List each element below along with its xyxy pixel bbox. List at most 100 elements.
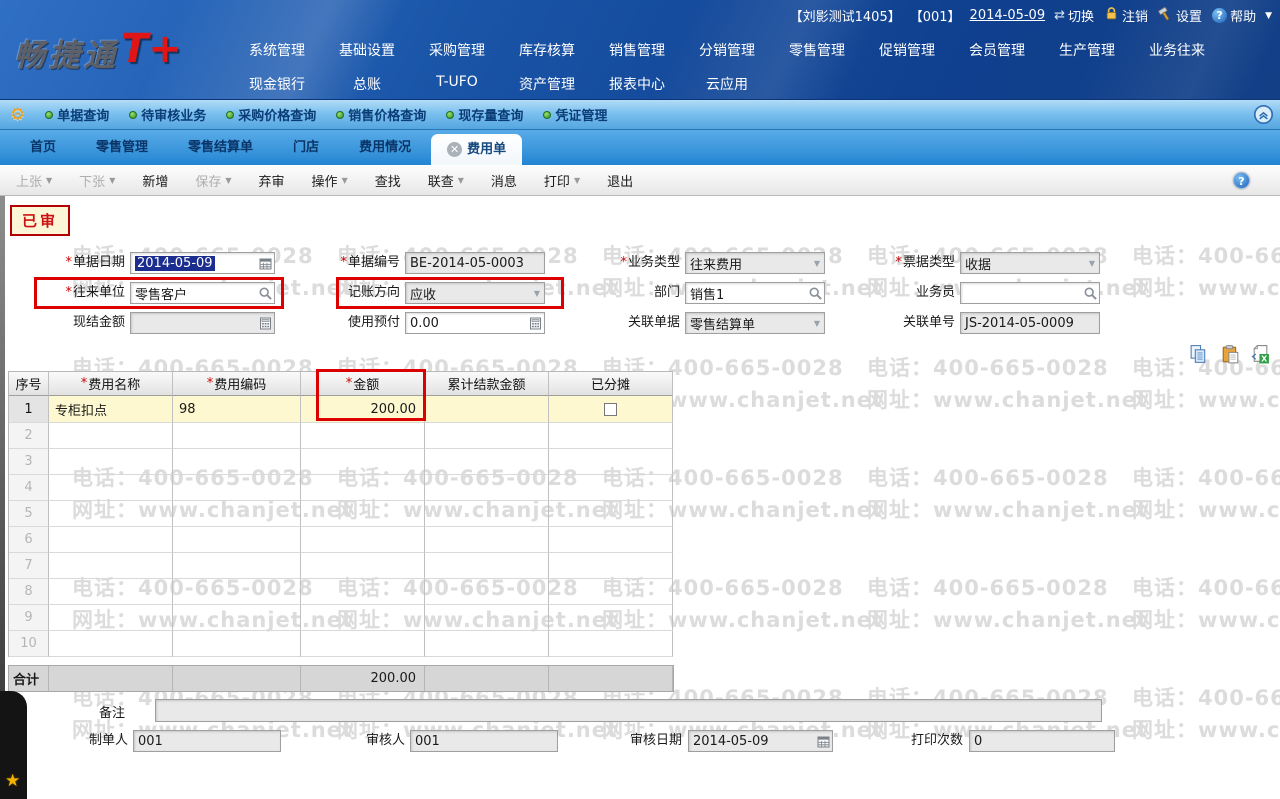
collapse-up-icon[interactable]: [1253, 104, 1274, 129]
toolbar-button-打印[interactable]: 打印 ▼: [544, 171, 580, 190]
calculator-icon[interactable]: [526, 317, 544, 330]
quickbar-item-单据查询[interactable]: 单据查询: [45, 105, 109, 124]
use-prepay-field[interactable]: 0.00: [405, 312, 545, 334]
menu-item-分销管理[interactable]: 分销管理: [682, 40, 772, 60]
quickbar-item-销售价格查询[interactable]: 销售价格查询: [336, 105, 426, 124]
menu-item-现金银行[interactable]: 现金银行: [232, 74, 322, 94]
status-action-设置[interactable]: 设置: [1158, 6, 1202, 25]
status-action-注销[interactable]: 注销: [1104, 6, 1148, 25]
business-date-link[interactable]: 2014-05-09: [970, 8, 1046, 23]
tab-门店[interactable]: 门店: [273, 134, 339, 162]
menu-item-报表中心[interactable]: 报表中心: [592, 74, 682, 94]
gear-icon[interactable]: ⚙: [10, 105, 25, 125]
toolbar-button-退出[interactable]: 退出: [607, 171, 633, 190]
search-icon[interactable]: [1081, 286, 1099, 301]
empty-cell: [425, 449, 549, 475]
copy-icon[interactable]: [1188, 344, 1211, 369]
fee-name-cell[interactable]: 专柜扣点: [49, 396, 173, 423]
status-action-切换[interactable]: ⇄ 切换: [1054, 6, 1094, 25]
audit-date-field: 2014-05-09: [688, 730, 833, 752]
toolbar-button-消息[interactable]: 消息: [491, 171, 517, 190]
menu-item-系统管理[interactable]: 系统管理: [232, 40, 322, 60]
rel-doc-field: 零售结算单 ▼: [685, 312, 825, 334]
chevron-down-icon[interactable]: ▼: [534, 289, 544, 298]
quickbar-item-现存量查询[interactable]: 现存量查询: [446, 105, 523, 124]
menu-item-基础设置[interactable]: 基础设置: [322, 40, 412, 60]
paste-icon[interactable]: [1219, 344, 1242, 369]
watermark-phone: 电话：400-665-0028: [867, 466, 1109, 490]
help-icon[interactable]: ?: [1233, 172, 1250, 189]
chevron-down-icon[interactable]: ▼: [1089, 259, 1099, 268]
menu-item-总账[interactable]: 总账: [322, 74, 412, 94]
quickbar-item-采购价格查询[interactable]: 采购价格查询: [226, 105, 316, 124]
partner-label: *往来单位: [5, 282, 125, 304]
menu-item-业务往来[interactable]: 业务往来: [1132, 40, 1222, 60]
toolbar-button-查找[interactable]: 查找: [375, 171, 401, 190]
fee-code-cell[interactable]: 98: [173, 396, 301, 423]
quickbar-item-label: 采购价格查询: [238, 109, 317, 124]
watermark-site: 网址：www.chanjet.net: [867, 388, 1149, 412]
amount-cell[interactable]: 200.00: [301, 396, 425, 423]
menu-item-零售管理[interactable]: 零售管理: [772, 40, 862, 60]
menu-item-采购管理[interactable]: 采购管理: [412, 40, 502, 60]
department-field[interactable]: 销售1: [685, 282, 825, 304]
table-row-empty: 3: [9, 449, 673, 475]
partner-field[interactable]: 零售客户: [130, 282, 275, 304]
quickbar-item-凭证管理[interactable]: 凭证管理: [543, 105, 607, 124]
tab-strip: 首页 零售管理 零售结算单 门店 费用情况 ✕ 费用单: [0, 130, 1280, 165]
empty-cell: [425, 501, 549, 527]
watermark-site: 网址：www.chanjet.net: [1132, 388, 1280, 412]
column-header-费用名称: * 费用名称: [49, 372, 173, 396]
quickbar-item-label: 销售价格查询: [348, 109, 427, 124]
top-banner: 畅捷通T+ 【刘影测试1405】 【001】 2014-05-09 ⇄ 切换 注销 设…: [0, 0, 1280, 100]
toolbar-button-操作[interactable]: 操作 ▼: [312, 171, 348, 190]
menu-item-销售管理[interactable]: 销售管理: [592, 40, 682, 60]
tab-零售结算单[interactable]: 零售结算单: [168, 134, 273, 162]
chevron-down-icon[interactable]: ▼: [1265, 11, 1272, 21]
seq-cell: 7: [9, 553, 49, 579]
bill-date-label: *单据日期: [5, 252, 125, 274]
tab-费用单[interactable]: ✕ 费用单: [431, 134, 523, 165]
tab-首页[interactable]: 首页: [10, 134, 76, 162]
tab-费用情况[interactable]: 费用情况: [339, 134, 431, 162]
menu-item-生产管理[interactable]: 生产管理: [1042, 40, 1132, 60]
chevron-down-icon[interactable]: ▼: [814, 319, 824, 328]
toolbar-button-上张[interactable]: 上张 ▼: [16, 171, 52, 190]
column-header-label: 序号: [15, 378, 42, 393]
excel-export-icon[interactable]: X: [1250, 344, 1271, 369]
toolbar-button-联查[interactable]: 联查 ▼: [428, 171, 464, 190]
chevron-down-icon[interactable]: ▼: [814, 259, 824, 268]
quickbar-item-label: 现存量查询: [458, 109, 524, 124]
toolbar-button-新增[interactable]: 新增: [142, 171, 168, 190]
favorite-star-icon[interactable]: ★: [5, 771, 20, 791]
menu-item-资产管理[interactable]: 资产管理: [502, 74, 592, 94]
calendar-icon[interactable]: [256, 257, 274, 270]
toolbar-button-弃审[interactable]: 弃审: [259, 171, 285, 190]
menu-item-库存核算[interactable]: 库存核算: [502, 40, 592, 60]
menu-item-促销管理[interactable]: 促销管理: [862, 40, 952, 60]
search-icon[interactable]: [256, 286, 274, 301]
total-cell: [173, 666, 301, 691]
menu-item-云应用[interactable]: 云应用: [682, 74, 772, 94]
bill-date-field[interactable]: 2014-05-09: [130, 252, 275, 274]
close-icon[interactable]: ✕: [447, 142, 463, 157]
status-action-帮助[interactable]: ? 帮助: [1212, 6, 1256, 25]
seq-cell: 8: [9, 579, 49, 605]
toolbar-button-保存[interactable]: 保存 ▼: [195, 171, 231, 190]
required-asterisk: *: [895, 255, 902, 270]
quickbar-item-待审核业务[interactable]: 待审核业务: [129, 105, 206, 124]
remark-input[interactable]: [155, 699, 1102, 722]
watermark-site: 网址：www.chanjet.net: [867, 608, 1149, 632]
menu-item-会员管理[interactable]: 会员管理: [952, 40, 1042, 60]
field-label-text: 票据类型: [902, 255, 955, 270]
empty-cell: [549, 579, 673, 605]
toolbar-button-下张[interactable]: 下张 ▼: [79, 171, 115, 190]
menu-item-T-UFO[interactable]: T-UFO: [412, 74, 502, 94]
search-icon[interactable]: [806, 286, 824, 301]
allocated-checkbox[interactable]: [604, 402, 617, 416]
field-value: 销售1: [690, 287, 725, 303]
salesman-field[interactable]: [960, 282, 1100, 304]
toolbar-button-label: 下张: [79, 174, 106, 190]
calculator-icon[interactable]: [256, 317, 274, 330]
tab-零售管理[interactable]: 零售管理: [76, 134, 168, 162]
